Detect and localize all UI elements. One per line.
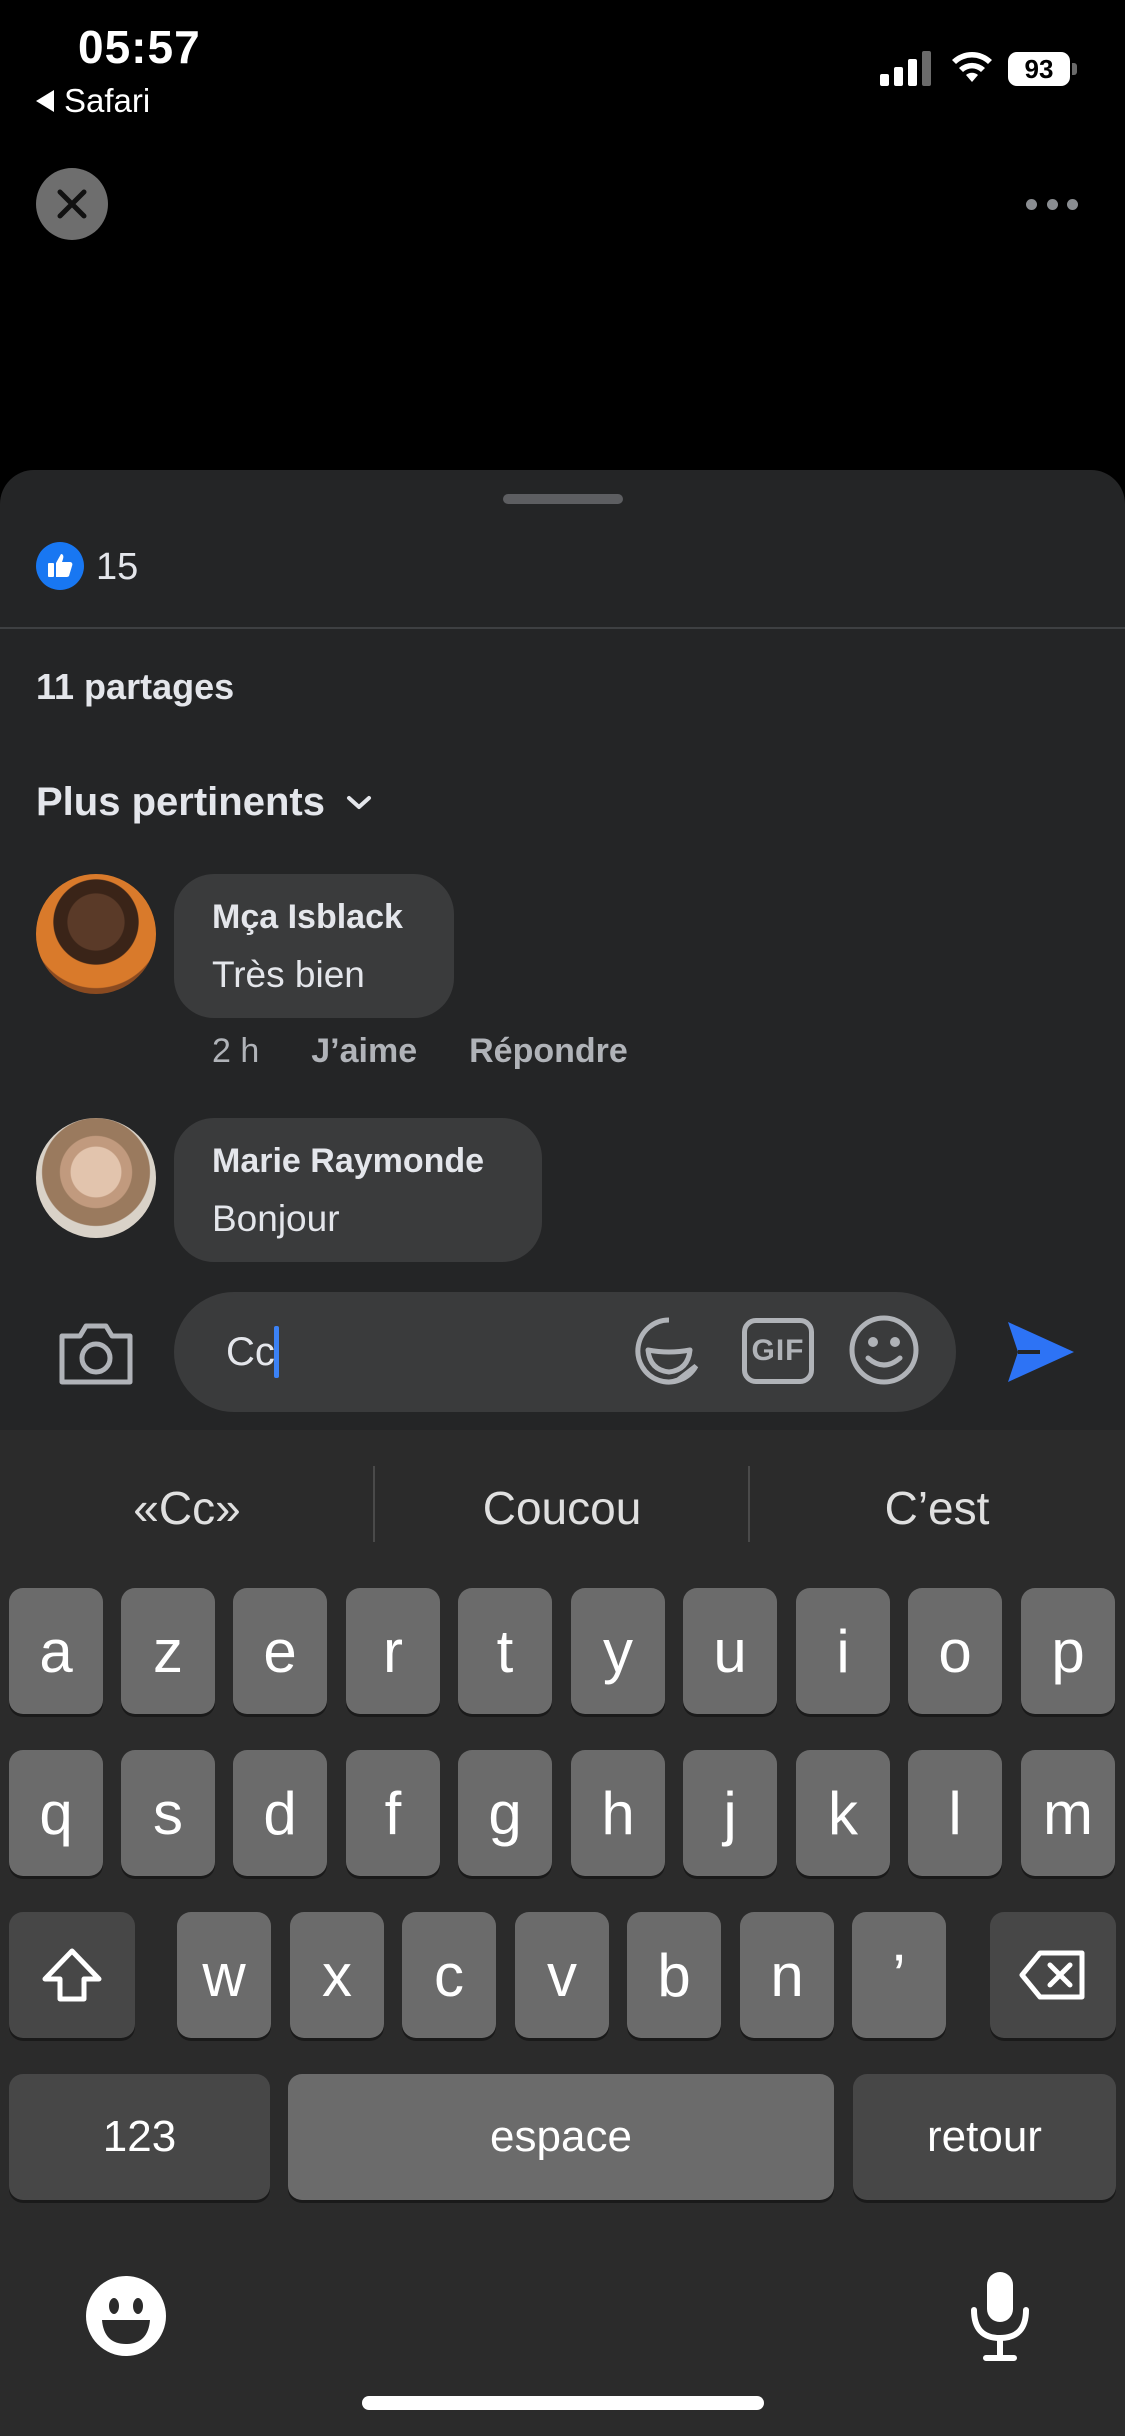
battery-level: 93: [1024, 53, 1054, 84]
key-w[interactable]: w: [177, 1912, 271, 2038]
chevron-down-icon: [346, 795, 371, 809]
avatar[interactable]: [36, 1118, 156, 1238]
camera-icon[interactable]: [56, 1318, 136, 1388]
shift-icon: [42, 1948, 102, 2002]
key-i[interactable]: i: [796, 1588, 890, 1714]
backspace-key[interactable]: [990, 1912, 1116, 2038]
text-caret: [274, 1326, 279, 1378]
key-o[interactable]: o: [908, 1588, 1002, 1714]
key-a[interactable]: a: [9, 1588, 103, 1714]
key-j[interactable]: j: [683, 1750, 777, 1876]
reply-button[interactable]: Répondre: [469, 1032, 628, 1071]
home-indicator[interactable]: [362, 2396, 764, 2410]
shares-count[interactable]: 11 partages: [36, 666, 234, 708]
sort-dropdown[interactable]: Plus pertinents: [36, 780, 373, 825]
comment-actions: 2 h J’aime Répondre: [212, 1032, 628, 1071]
gif-icon[interactable]: GIF: [742, 1318, 814, 1384]
close-button[interactable]: [36, 168, 108, 240]
return-key[interactable]: retour: [853, 2074, 1116, 2200]
key-e[interactable]: e: [233, 1588, 327, 1714]
key-n[interactable]: n: [740, 1912, 834, 2038]
space-key[interactable]: espace: [288, 2074, 834, 2200]
divider: [0, 627, 1125, 629]
comment-bubble[interactable]: Mça Isblack Très bien: [174, 874, 454, 1018]
wifi-icon: [952, 52, 992, 82]
key-q[interactable]: q: [9, 1750, 103, 1876]
back-to-safari[interactable]: Safari: [36, 82, 150, 120]
back-label: Safari: [64, 82, 151, 119]
key-k[interactable]: k: [796, 1750, 890, 1876]
backspace-icon: [1019, 1950, 1085, 2000]
sort-label: Plus pertinents: [36, 780, 325, 824]
cellular-signal-icon: [880, 51, 931, 86]
sticker-icon[interactable]: [632, 1314, 706, 1388]
more-icon: [1026, 198, 1037, 210]
prediction-2[interactable]: Coucou: [375, 1460, 749, 1556]
comment-composer: Cc GIF: [0, 1272, 1125, 1430]
battery-indicator: 93: [1008, 52, 1078, 86]
key-y[interactable]: y: [571, 1588, 665, 1714]
prediction-1[interactable]: «Cc»: [0, 1460, 374, 1556]
key-p[interactable]: p: [1021, 1588, 1115, 1714]
numbers-key[interactable]: 123: [9, 2074, 270, 2200]
emoji-icon[interactable]: [848, 1314, 920, 1386]
gif-label: GIF: [751, 1334, 805, 1367]
comment-author[interactable]: Marie Raymonde: [212, 1142, 484, 1181]
key-u[interactable]: u: [683, 1588, 777, 1714]
key-h[interactable]: h: [571, 1750, 665, 1876]
like-comment-button[interactable]: J’aime: [311, 1032, 417, 1071]
keyboard: «Cc» Coucou C’est a z e r t y u i o p q …: [0, 1430, 1125, 2436]
key-l[interactable]: l: [908, 1750, 1002, 1876]
key-b[interactable]: b: [627, 1912, 721, 2038]
microphone-icon[interactable]: [960, 2268, 1040, 2364]
comment-input[interactable]: Cc GIF: [174, 1292, 956, 1412]
key-t[interactable]: t: [458, 1588, 552, 1714]
back-arrow-icon: [36, 90, 54, 112]
comment-bubble[interactable]: Marie Raymonde Bonjour: [174, 1118, 542, 1262]
prediction-3[interactable]: C’est: [750, 1460, 1124, 1556]
comment-text: Bonjour: [212, 1198, 340, 1239]
key-r[interactable]: r: [346, 1588, 440, 1714]
sheet-handle[interactable]: [503, 494, 623, 504]
emoji-keyboard-icon[interactable]: [84, 2274, 168, 2358]
more-options-button[interactable]: [1026, 196, 1078, 212]
like-count[interactable]: 15: [96, 546, 138, 589]
key-m[interactable]: m: [1021, 1750, 1115, 1876]
send-icon[interactable]: [1000, 1312, 1080, 1392]
key-d[interactable]: d: [233, 1750, 327, 1876]
comment-time: 2 h: [212, 1032, 260, 1070]
key-g[interactable]: g: [458, 1750, 552, 1876]
key-apostrophe[interactable]: ’: [852, 1912, 946, 2038]
comment-input-value: Cc: [226, 1330, 275, 1374]
comment-text: Très bien: [212, 954, 365, 995]
status-time: 05:57: [78, 21, 201, 73]
key-x[interactable]: x: [290, 1912, 384, 2038]
key-f[interactable]: f: [346, 1750, 440, 1876]
like-icon: [36, 542, 84, 590]
comment-author[interactable]: Mça Isblack: [212, 898, 403, 937]
key-v[interactable]: v: [515, 1912, 609, 2038]
key-z[interactable]: z: [121, 1588, 215, 1714]
shift-key[interactable]: [9, 1912, 135, 2038]
key-c[interactable]: c: [402, 1912, 496, 2038]
close-icon: [57, 189, 87, 219]
key-s[interactable]: s: [121, 1750, 215, 1876]
avatar[interactable]: [36, 874, 156, 994]
